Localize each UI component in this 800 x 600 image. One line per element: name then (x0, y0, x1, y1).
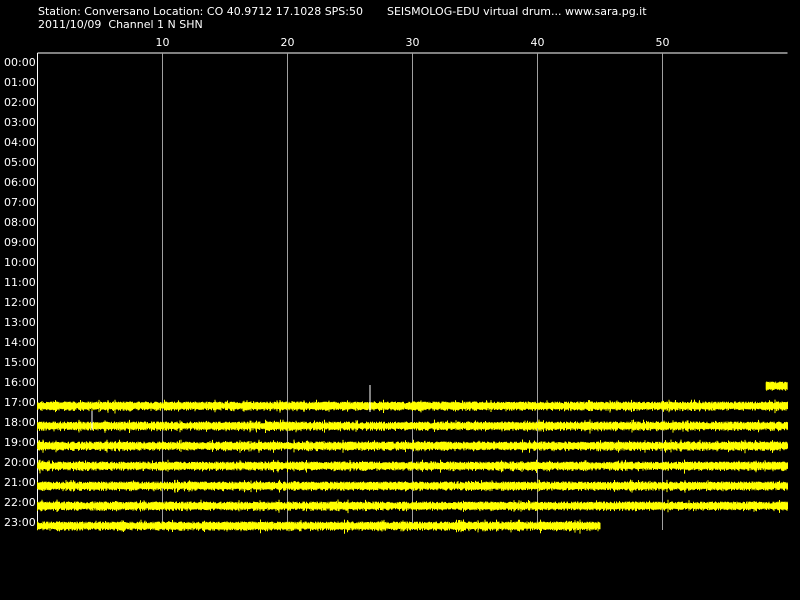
trace-1600 (765, 381, 788, 391)
seismogram-drum (37, 52, 788, 534)
trace-2300 (37, 519, 601, 534)
